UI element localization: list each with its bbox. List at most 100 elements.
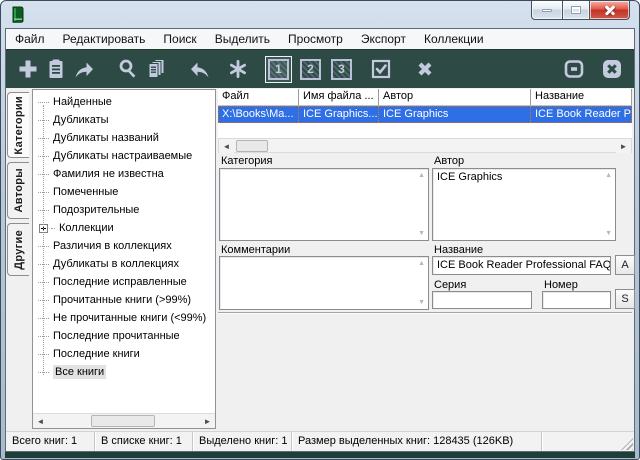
tree-item-custom-duplicates[interactable]: Дубликаты настраиваемые (38, 147, 213, 165)
scroll-right-arrow-icon[interactable]: ► (616, 139, 631, 153)
number-label: Номер (544, 279, 578, 291)
tab-categories[interactable]: Категории (7, 92, 29, 158)
close-button[interactable] (590, 1, 630, 20)
tab-categories-label: Категории (13, 96, 25, 155)
scroll-down-arrow-icon[interactable]: ▼ (418, 299, 425, 306)
close-box-icon (600, 57, 624, 81)
category-tree: Найденные Дубликаты Дубликаты названий Д… (38, 93, 213, 411)
view-mode-1-button[interactable]: 1 (265, 56, 292, 83)
tree-horizontal-scrollbar[interactable]: ◄ ► (33, 413, 215, 428)
scroll-left-arrow-icon[interactable]: ◄ (219, 139, 234, 153)
menu-search[interactable]: Поиск (154, 30, 205, 48)
minimize-icon (542, 9, 552, 12)
checkbox-icon (369, 57, 393, 81)
scroll-up-arrow-icon[interactable]: ▲ (605, 172, 612, 179)
series-tool-button[interactable]: S (615, 289, 635, 309)
undo-arrow-icon (188, 57, 212, 81)
tree-item-last-read[interactable]: Последние прочитанные (38, 327, 213, 345)
number-field[interactable] (542, 291, 611, 309)
tab-authors-label: Авторы (13, 168, 25, 212)
cell-filename: ICE Graphics... (299, 106, 379, 123)
author-field[interactable]: ICE Graphics ▲ ▼ (432, 168, 616, 241)
undo-button[interactable] (186, 55, 214, 83)
cell-title: ICE Book Reader Pro (531, 106, 632, 123)
status-selected-books: Выделено книг: 1 (193, 432, 292, 451)
tree-item-collection-duplicates[interactable]: Дубликаты в коллекциях (38, 255, 213, 273)
tree-item-suspicious[interactable]: Подозрительные (38, 201, 213, 219)
column-header-file[interactable]: Файл (218, 89, 299, 106)
scrollbar-thumb[interactable] (91, 415, 155, 427)
scroll-down-arrow-icon[interactable]: ▼ (605, 230, 612, 237)
series-field[interactable] (432, 291, 532, 309)
tree-item-found[interactable]: Найденные (38, 93, 213, 111)
table-row[interactable]: X:\Books\Ma... ICE Graphics... ICE Graph… (218, 106, 632, 123)
send-button[interactable] (70, 55, 98, 83)
tree-item-last-books[interactable]: Последние книги (38, 345, 213, 363)
magnifier-icon (116, 57, 140, 81)
toolbar: 1 2 3 (6, 49, 634, 88)
book-details-form: Категория ▲ ▼ Автор ICE Graphics ▲ ▼ Ком… (218, 153, 632, 315)
app-window: Файл Редактировать Поиск Выделить Просмо… (0, 0, 640, 460)
column-header-author[interactable]: Автор (379, 89, 531, 106)
tree-item-all-books[interactable]: Все книги (38, 363, 213, 381)
minimize-window-button[interactable] (560, 55, 588, 83)
search-button[interactable] (114, 55, 142, 83)
tree-item-duplicates[interactable]: Дубликаты (38, 111, 213, 129)
delete-button[interactable] (411, 55, 439, 83)
tree-item-last-corrected[interactable]: Последние исправленные (38, 273, 213, 291)
column-header-filename[interactable]: Имя файла ... (299, 89, 379, 106)
add-book-button[interactable] (14, 55, 42, 83)
batch-documents-button[interactable] (142, 55, 170, 83)
x-icon (413, 57, 437, 81)
status-total-books: Всего книг: 1 (6, 432, 95, 451)
category-tree-panel: Найденные Дубликаты Дубликаты названий Д… (32, 89, 216, 429)
maximize-button[interactable] (562, 1, 590, 20)
tree-item-marked[interactable]: Помеченные (38, 183, 213, 201)
scrollbar-thumb[interactable] (236, 140, 268, 152)
scroll-up-arrow-icon[interactable]: ▲ (418, 172, 425, 179)
view-mode-2-button[interactable]: 2 (298, 57, 323, 82)
comments-field[interactable]: ▲ ▼ (219, 256, 429, 310)
edit-book-button[interactable] (42, 55, 70, 83)
scroll-right-arrow-icon[interactable]: ► (200, 414, 215, 428)
title-field[interactable]: ICE Book Reader Professional FAQ Р (432, 256, 611, 275)
tab-authors[interactable]: Авторы (7, 162, 29, 219)
view-mode-3-button[interactable]: 3 (329, 57, 354, 82)
tree-item-unread-books[interactable]: Не прочитанные книги (<99%) (38, 309, 213, 327)
resize-grip[interactable] (621, 438, 633, 450)
tab-others-label: Другие (13, 230, 25, 270)
documents-stack-icon (144, 57, 168, 81)
tab-others[interactable]: Другие (7, 223, 29, 276)
table-horizontal-scrollbar[interactable]: ◄ ► (218, 138, 632, 153)
title-label: Название (434, 244, 483, 256)
main-area: Категории Авторы Другие Найденные Дублик… (6, 88, 634, 431)
menu-file[interactable]: Файл (6, 30, 54, 48)
tree-item-collections[interactable]: Коллекции (38, 219, 213, 237)
menu-collections[interactable]: Коллекции (415, 30, 493, 48)
menu-edit[interactable]: Редактировать (54, 30, 155, 48)
tree-item-title-duplicates[interactable]: Дубликаты названий (38, 129, 213, 147)
category-field[interactable]: ▲ ▼ (219, 168, 429, 241)
close-panel-button[interactable] (598, 55, 626, 83)
scroll-left-arrow-icon[interactable]: ◄ (33, 414, 48, 428)
cell-author: ICE Graphics (379, 106, 531, 123)
menu-view[interactable]: Просмотр (279, 30, 352, 48)
title-bar[interactable] (1, 1, 639, 28)
tree-item-read-books[interactable]: Прочитанные книги (>99%) (38, 291, 213, 309)
view-2-label: 2 (300, 59, 321, 80)
mark-button[interactable] (224, 55, 252, 83)
checkbox-mode-button[interactable] (367, 55, 395, 83)
author-tool-button[interactable]: A (615, 255, 635, 275)
scroll-down-arrow-icon[interactable]: ▼ (418, 230, 425, 237)
column-header-title[interactable]: Название (531, 89, 632, 106)
status-books-in-list: В списке книг: 1 (95, 432, 193, 451)
client-area: Файл Редактировать Поиск Выделить Просмо… (5, 28, 635, 452)
scroll-up-arrow-icon[interactable]: ▲ (418, 260, 425, 267)
close-icon (604, 4, 616, 16)
tree-item-unknown-surname[interactable]: Фамилия не известна (38, 165, 213, 183)
menu-export[interactable]: Экспорт (352, 30, 415, 48)
menu-select[interactable]: Выделить (206, 30, 279, 48)
minimize-button[interactable] (531, 1, 562, 20)
plus-icon (16, 57, 40, 81)
tree-item-collection-diffs[interactable]: Различия в коллекциях (38, 237, 213, 255)
